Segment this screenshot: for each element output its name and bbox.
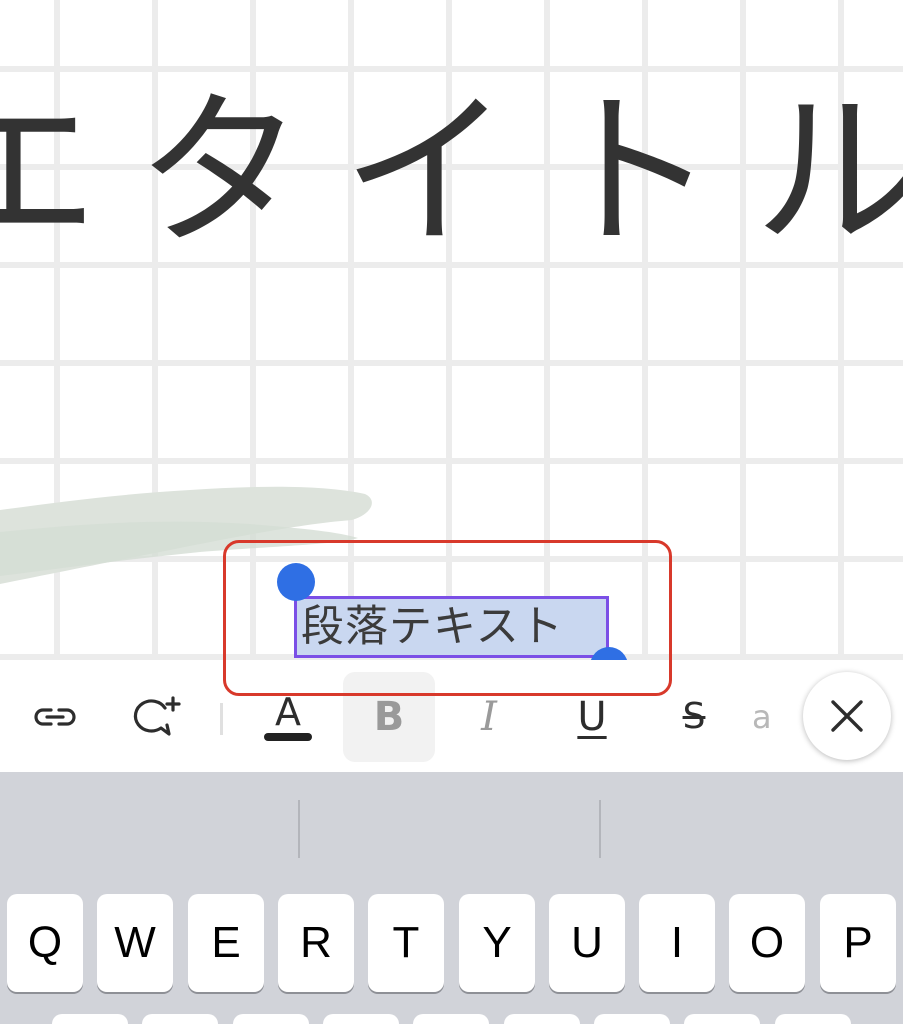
- suggestion-divider: [599, 800, 601, 858]
- link-icon: [34, 708, 76, 726]
- paragraph-text-object[interactable]: 段落テキスト: [294, 596, 609, 658]
- underline-button[interactable]: U: [546, 672, 638, 762]
- key-u[interactable]: U: [549, 894, 625, 992]
- key-k[interactable]: [684, 1014, 760, 1024]
- font-case-icon: a: [752, 698, 772, 736]
- close-toolbar-button[interactable]: [803, 672, 891, 760]
- key-f[interactable]: [323, 1014, 399, 1024]
- italic-button[interactable]: I: [443, 672, 535, 762]
- key-o[interactable]: O: [729, 894, 805, 992]
- key-y[interactable]: Y: [459, 894, 535, 992]
- key-e[interactable]: E: [188, 894, 264, 992]
- bold-button[interactable]: B: [343, 672, 435, 762]
- bold-icon: B: [373, 694, 405, 740]
- key-p[interactable]: P: [820, 894, 896, 992]
- key-q[interactable]: Q: [7, 894, 83, 992]
- key-d[interactable]: [233, 1014, 309, 1024]
- title-text-object[interactable]: エタイトル: [0, 88, 903, 256]
- key-r[interactable]: R: [278, 894, 354, 992]
- comment-plus-icon: [133, 696, 181, 736]
- add-comment-button[interactable]: [112, 672, 204, 762]
- text-format-toolbar: A B I U S a: [0, 660, 903, 772]
- close-icon: [831, 700, 863, 732]
- key-j[interactable]: [594, 1014, 670, 1024]
- underline-icon: U: [577, 694, 607, 740]
- suggestion-divider: [298, 800, 300, 858]
- key-s[interactable]: [142, 1014, 218, 1024]
- link-button[interactable]: [10, 672, 102, 762]
- whiteboard-canvas[interactable]: エタイトル 段落テキスト: [0, 0, 903, 660]
- key-i[interactable]: I: [639, 894, 715, 992]
- text-color-swatch: [264, 733, 312, 741]
- key-a[interactable]: [52, 1014, 128, 1024]
- key-l[interactable]: [775, 1014, 851, 1024]
- on-screen-keyboard: Q W E R T Y U I O P: [0, 772, 903, 1024]
- brush-stroke-shape[interactable]: [0, 480, 390, 590]
- text-color-icon: A: [275, 690, 301, 734]
- strikethrough-icon: S: [682, 696, 706, 737]
- toolbar-divider: [220, 703, 223, 735]
- italic-icon: I: [481, 694, 497, 740]
- key-h[interactable]: [504, 1014, 580, 1024]
- more-format-button[interactable]: a: [752, 672, 802, 762]
- key-w[interactable]: W: [97, 894, 173, 992]
- key-g[interactable]: [413, 1014, 489, 1024]
- text-color-button[interactable]: A: [242, 672, 334, 762]
- selection-start-handle[interactable]: [277, 563, 315, 601]
- strikethrough-button[interactable]: S: [648, 672, 740, 762]
- key-t[interactable]: T: [368, 894, 444, 992]
